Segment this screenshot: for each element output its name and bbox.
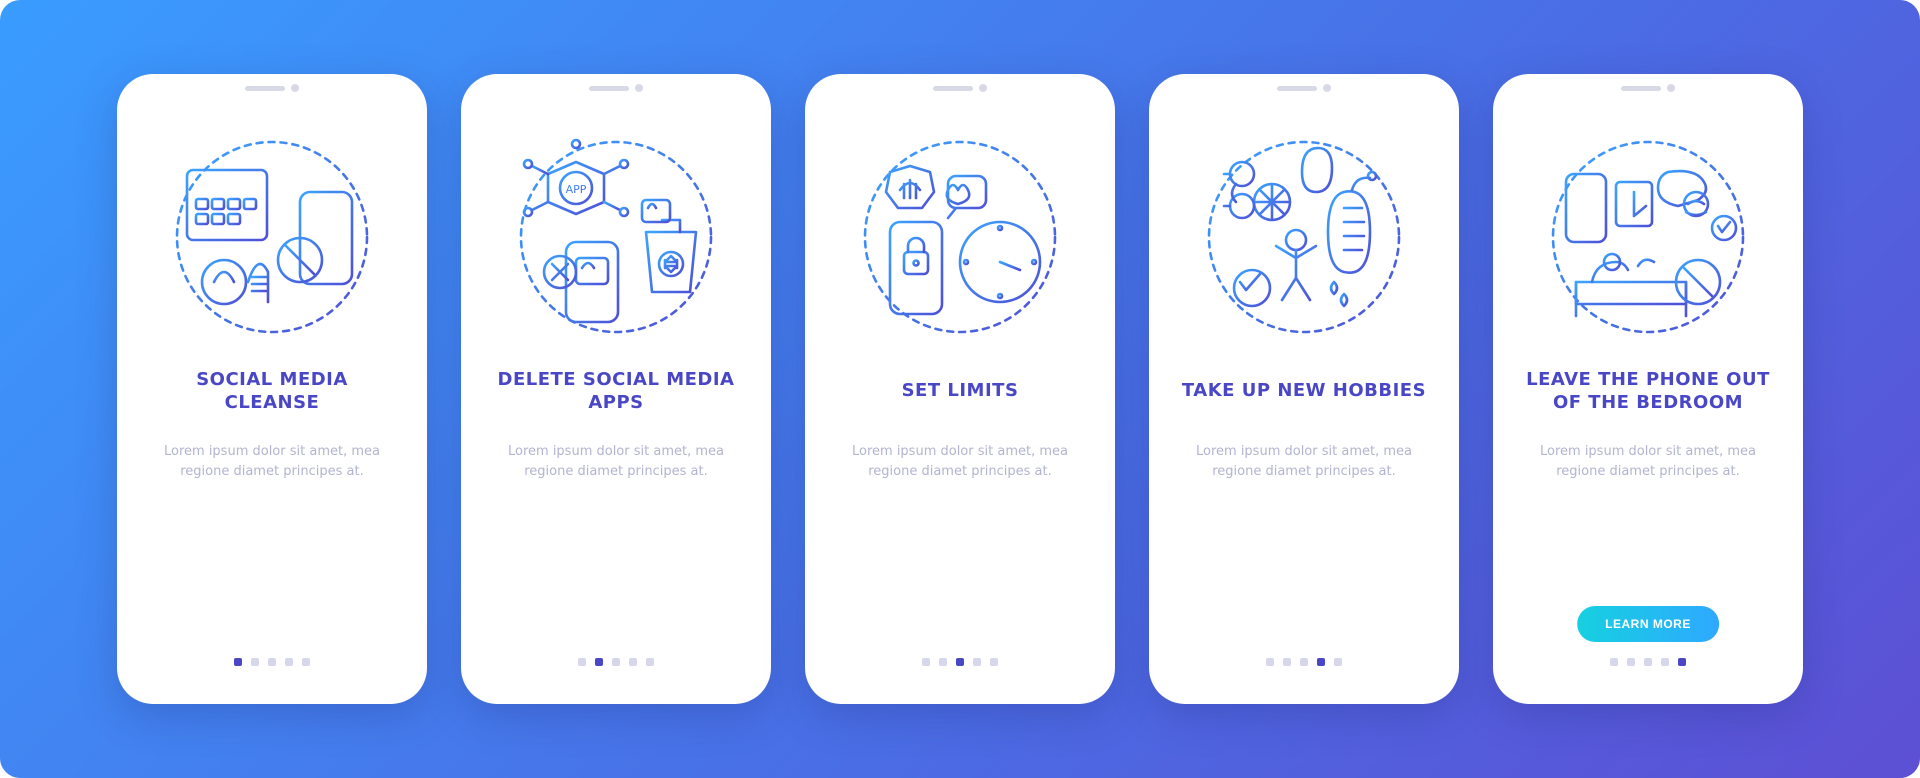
dot[interactable]: [1334, 658, 1342, 666]
dot[interactable]: [612, 658, 620, 666]
page-indicator: [234, 658, 310, 666]
page-indicator: [922, 658, 998, 666]
dot[interactable]: [629, 658, 637, 666]
learn-more-button[interactable]: LEARN MORE: [1577, 606, 1719, 642]
onboarding-screen-1[interactable]: SOCIAL MEDIA CLEANSE Lorem ipsum dolor s…: [117, 74, 427, 704]
phone-notch: [1277, 84, 1331, 92]
page-indicator: [1610, 658, 1686, 666]
dot[interactable]: [268, 658, 276, 666]
screen-body: Lorem ipsum dolor sit amet, mea regione …: [835, 442, 1085, 658]
dot[interactable]: [285, 658, 293, 666]
page-indicator: [1266, 658, 1342, 666]
dot[interactable]: [1661, 658, 1669, 666]
svg-text:APP: APP: [566, 183, 587, 196]
screen-title: SOCIAL MEDIA CLEANSE: [147, 356, 397, 426]
screen-body: Lorem ipsum dolor sit amet, mea regione …: [491, 442, 741, 658]
onboarding-screen-4[interactable]: TAKE UP NEW HOBBIES Lorem ipsum dolor si…: [1149, 74, 1459, 704]
screen-body: Lorem ipsum dolor sit amet, mea regione …: [1179, 442, 1429, 658]
cleanse-icon: [152, 132, 392, 342]
screen-title: SET LIMITS: [902, 356, 1019, 426]
dot[interactable]: [302, 658, 310, 666]
dot[interactable]: [1317, 658, 1325, 666]
dot[interactable]: [973, 658, 981, 666]
dot[interactable]: [939, 658, 947, 666]
dot[interactable]: [956, 658, 964, 666]
dot[interactable]: [595, 658, 603, 666]
dot[interactable]: [1610, 658, 1618, 666]
onboarding-screen-5[interactable]: LEAVE THE PHONE OUT OF THE BEDROOM Lorem…: [1493, 74, 1803, 704]
onboarding-screen-3[interactable]: SET LIMITS Lorem ipsum dolor sit amet, m…: [805, 74, 1115, 704]
page-indicator: [578, 658, 654, 666]
dot[interactable]: [1678, 658, 1686, 666]
dot[interactable]: [646, 658, 654, 666]
onboarding-carousel: SOCIAL MEDIA CLEANSE Lorem ipsum dolor s…: [0, 0, 1920, 778]
phone-notch: [933, 84, 987, 92]
screen-title: DELETE SOCIAL MEDIA APPS: [491, 356, 741, 426]
dot[interactable]: [1644, 658, 1652, 666]
phone-notch: [589, 84, 643, 92]
dot[interactable]: [922, 658, 930, 666]
screen-title: LEAVE THE PHONE OUT OF THE BEDROOM: [1523, 356, 1773, 426]
dot[interactable]: [1266, 658, 1274, 666]
set-limits-icon: [840, 132, 1080, 342]
delete-apps-icon: APP: [496, 132, 736, 342]
dot[interactable]: [1627, 658, 1635, 666]
dot[interactable]: [990, 658, 998, 666]
dot[interactable]: [1283, 658, 1291, 666]
hobbies-icon: [1184, 132, 1424, 342]
dot[interactable]: [251, 658, 259, 666]
onboarding-screen-2[interactable]: APP DELETE SOCIAL MEDIA APPS Lorem ipsum…: [461, 74, 771, 704]
screen-title: TAKE UP NEW HOBBIES: [1182, 356, 1426, 426]
dot[interactable]: [1300, 658, 1308, 666]
dot[interactable]: [234, 658, 242, 666]
dot[interactable]: [578, 658, 586, 666]
bedroom-icon: [1528, 132, 1768, 342]
phone-notch: [1621, 84, 1675, 92]
phone-notch: [245, 84, 299, 92]
screen-body: Lorem ipsum dolor sit amet, mea regione …: [147, 442, 397, 658]
